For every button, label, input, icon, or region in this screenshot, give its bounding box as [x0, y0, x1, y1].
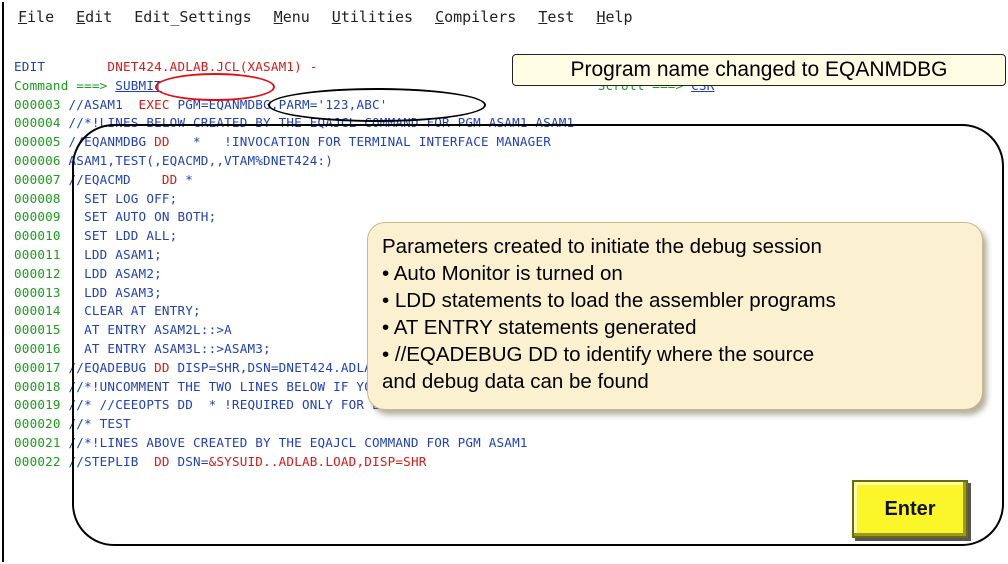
menu-menu[interactable]: Menu [274, 8, 310, 30]
menu-utilities[interactable]: Utilities [332, 8, 413, 30]
callout-bullet: • AT ENTRY statements generated [382, 316, 697, 339]
parameters-callout: Parameters created to initiate the debug… [367, 222, 983, 410]
callout-bullet: and debug data can be found [382, 370, 649, 393]
menu-edit[interactable]: Edit [76, 8, 112, 30]
callout-bullet: • //EQADEBUG DD to identify where the so… [382, 343, 815, 366]
menu-bar: File Edit Edit_Settings Menu Utilities C… [18, 8, 633, 30]
callout-bullet: • Auto Monitor is turned on [382, 262, 623, 285]
menu-test[interactable]: Test [538, 8, 574, 30]
program-name-callout: Program name changed to EQANMDBG [512, 54, 1006, 86]
enter-key-button[interactable]: Enter [852, 480, 968, 538]
menu-compilers[interactable]: Compilers [435, 8, 516, 30]
menu-help[interactable]: Help [596, 8, 632, 30]
menu-edit-settings[interactable]: Edit_Settings [134, 8, 251, 30]
callout-title: Parameters created to initiate the debug… [382, 235, 822, 258]
dataset-name: DNET424.ADLAB.JCL(XASAM1) - [107, 59, 326, 74]
submit-highlight-oval [155, 73, 275, 101]
menu-file[interactable]: File [18, 8, 54, 30]
callout-bullet: • LDD statements to load the assembler p… [382, 289, 836, 312]
left-border [2, 2, 4, 562]
pgm-highlight-oval [268, 88, 486, 122]
